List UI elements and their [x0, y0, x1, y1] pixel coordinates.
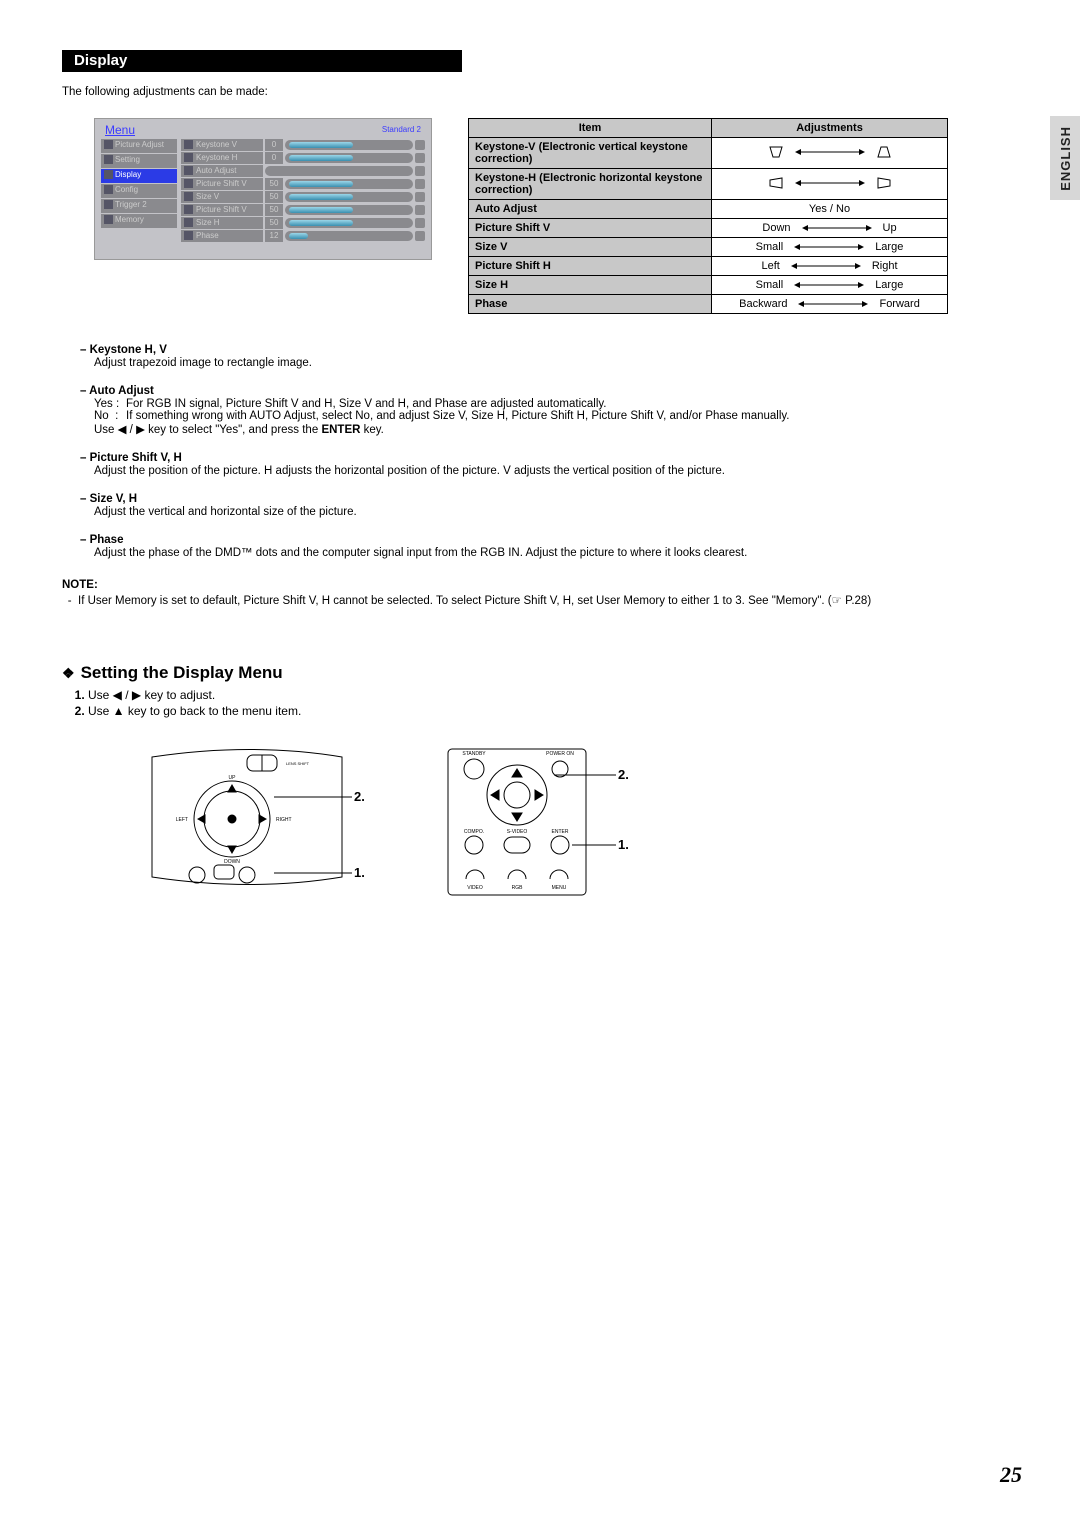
svg-text:RGB: RGB [512, 885, 524, 891]
svg-text:COMPO.: COMPO. [464, 829, 484, 835]
definition-body: Yes :For RGB IN signal, Picture Shift V … [94, 398, 1024, 436]
definition-title: – Auto Adjust [80, 385, 1024, 397]
note-list: If User Memory is set to default, Pictur… [62, 593, 1024, 607]
definition-title: – Picture Shift V, H [80, 452, 1024, 464]
step-item: Use ◀ / ▶ key to adjust. [88, 687, 1024, 703]
svg-text:LEFT: LEFT [176, 817, 188, 823]
definition-title: – Phase [80, 534, 1024, 546]
definition-body: Adjust the vertical and horizontal size … [94, 506, 1024, 518]
table-row: Keystone-V (Electronic vertical keystone… [469, 138, 948, 169]
table-row: Picture Shift HLeftRight [469, 257, 948, 276]
intro-text: The following adjustments can be made: [62, 86, 1024, 98]
adjustments-table: Item Adjustments Keystone-V (Electronic … [468, 118, 948, 314]
osd-menu-title: Menu [105, 123, 135, 137]
definition-body: Adjust the phase of the DMD™ dots and th… [94, 547, 1024, 559]
definitions: – Keystone H, VAdjust trapezoid image to… [80, 344, 1024, 559]
osd-right-row: Keystone V0 [181, 139, 425, 151]
table-row: Auto AdjustYes / No [469, 200, 948, 219]
svg-text:STANDBY: STANDBY [462, 751, 486, 757]
page: ENGLISH Display The following adjustment… [0, 0, 1080, 1528]
osd-right-row: Keystone H0 [181, 152, 425, 164]
osd-right-row: Size V50 [181, 191, 425, 203]
table-row: PhaseBackwardForward [469, 295, 948, 314]
osd-right-row: Size H50 [181, 217, 425, 229]
osd-menu-mode: Standard 2 [382, 125, 421, 134]
table-header-item: Item [469, 119, 712, 138]
note-item: If User Memory is set to default, Pictur… [78, 593, 1024, 607]
definition-title: – Keystone H, V [80, 344, 1024, 356]
table-row: Size VSmallLarge [469, 238, 948, 257]
remote-illustration: STANDBY POWER ON COMPO. S-VIDEO ENTER VI… [442, 747, 622, 897]
step-item: Use ▲ key to go back to the menu item. [88, 703, 1024, 719]
table-row: Keystone-H (Electronic horizontal keysto… [469, 169, 948, 200]
definition-body: Adjust the position of the picture. H ad… [94, 465, 1024, 477]
svg-text:DOWN: DOWN [224, 859, 240, 865]
table-header-adj: Adjustments [712, 119, 948, 138]
osd-right-row: Auto Adjust [181, 165, 425, 177]
definition-body: Adjust trapezoid image to rectangle imag… [94, 357, 1024, 369]
steps-list: Use ◀ / ▶ key to adjust.Use ▲ key to go … [66, 687, 1024, 719]
subheading: ❖Setting the Display Menu [62, 663, 1024, 683]
diamond-icon: ❖ [62, 665, 75, 681]
note-heading: NOTE: [62, 579, 1024, 591]
osd-menu-screenshot: Menu Standard 2 Picture AdjustSettingDis… [94, 118, 432, 260]
svg-text:UP: UP [229, 775, 237, 781]
osd-left-item: Setting [101, 154, 177, 168]
table-row: Size HSmallLarge [469, 276, 948, 295]
page-number: 25 [1000, 1462, 1022, 1488]
table-row: Picture Shift VDownUp [469, 219, 948, 238]
section-title: Display [74, 52, 127, 69]
osd-left-item: Config [101, 184, 177, 198]
osd-left-item: Trigger 2 [101, 199, 177, 213]
osd-right-row: Picture Shift V50 [181, 204, 425, 216]
language-tab: ENGLISH [1050, 116, 1080, 200]
top-panel-illustration: UP DOWN LEFT RIGHT LENS SHIFT 2. 1. [142, 747, 362, 897]
osd-left-item: Picture Adjust [101, 139, 177, 153]
section-title-bar: Display [62, 50, 462, 72]
osd-right-row: Picture Shift V50 [181, 178, 425, 190]
definition-title: – Size V, H [80, 493, 1024, 505]
svg-text:S-VIDEO: S-VIDEO [507, 829, 528, 835]
language-label: ENGLISH [1058, 126, 1073, 191]
svg-text:VIDEO: VIDEO [467, 885, 483, 891]
osd-left-item: Display [101, 169, 177, 183]
osd-right-row: Phase12 [181, 230, 425, 242]
osd-left-item: Memory [101, 214, 177, 228]
